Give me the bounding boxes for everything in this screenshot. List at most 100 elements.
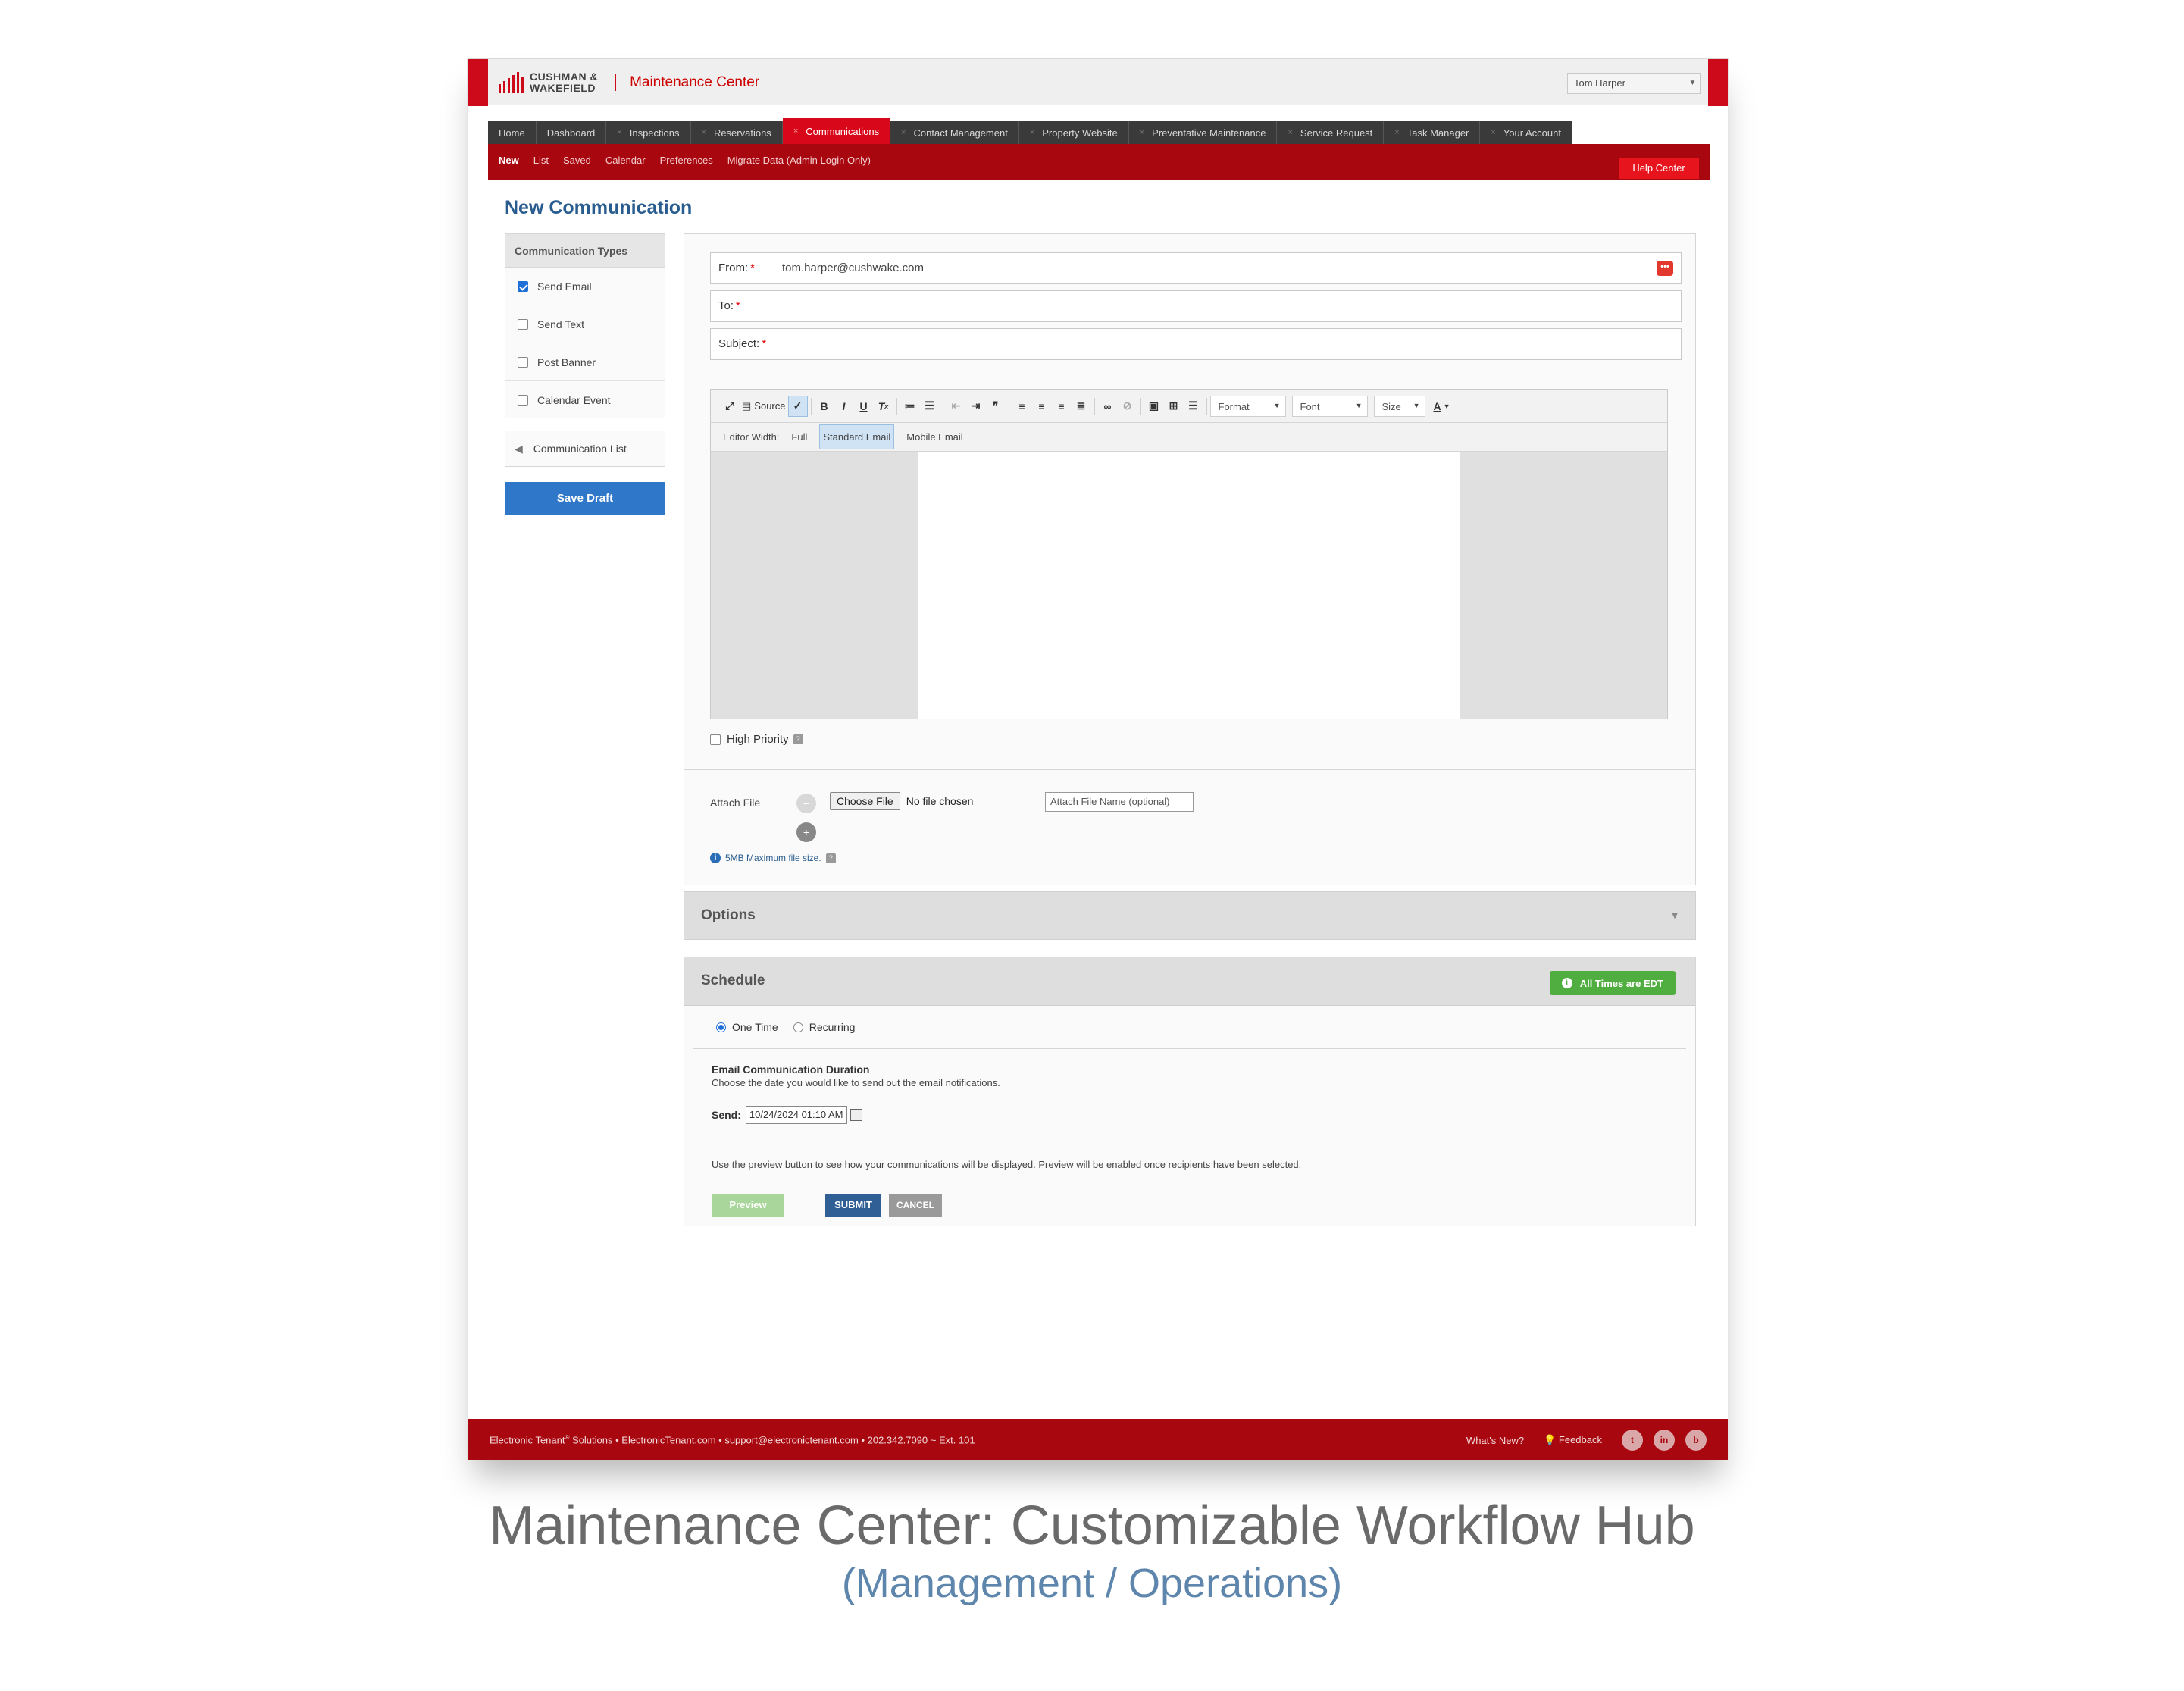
blog-icon[interactable]: b bbox=[1685, 1430, 1707, 1451]
subject-field[interactable]: Subject: * bbox=[710, 328, 1682, 360]
to-field[interactable]: To: * bbox=[710, 290, 1682, 322]
nav-contact-management[interactable]: × Contact Management bbox=[890, 121, 1019, 144]
feedback-link[interactable]: 💡 Feedback bbox=[1544, 1434, 1602, 1446]
section-divider bbox=[684, 769, 1695, 770]
choose-file-button[interactable]: Choose File bbox=[830, 792, 900, 810]
help-icon[interactable]: ? bbox=[825, 853, 836, 863]
nav-home[interactable]: Home bbox=[488, 121, 537, 144]
link-icon[interactable]: ∞ bbox=[1098, 396, 1118, 417]
source-button[interactable]: ▤ Source bbox=[740, 396, 788, 417]
linkedin-icon[interactable]: in bbox=[1654, 1430, 1675, 1451]
format-dropdown[interactable]: Format ▼ bbox=[1209, 395, 1286, 417]
table-icon[interactable]: ⊞ bbox=[1164, 396, 1184, 417]
file-picker[interactable]: Choose File No file chosen bbox=[830, 792, 973, 810]
bulleted-list-icon[interactable]: ☰ bbox=[920, 396, 940, 417]
info-icon: i bbox=[710, 853, 721, 863]
italic-icon[interactable]: I bbox=[834, 396, 854, 417]
numbered-list-icon[interactable]: ≔ bbox=[900, 396, 920, 417]
justify-icon[interactable]: ≣ bbox=[1072, 396, 1091, 417]
spellcheck-icon[interactable]: ✓ bbox=[787, 395, 808, 417]
send-text-checkbox[interactable] bbox=[518, 318, 528, 330]
subnav-migrate-data[interactable]: Migrate Data (Admin Login Only) bbox=[727, 155, 871, 166]
nav-reservations[interactable]: × Reservations bbox=[691, 121, 783, 144]
nav-label: Property Website bbox=[1042, 127, 1118, 139]
nav-preventative-maintenance[interactable]: × Preventative Maintenance bbox=[1129, 121, 1278, 144]
font-dropdown[interactable]: Font ▼ bbox=[1291, 395, 1368, 417]
editor-content-area[interactable] bbox=[918, 452, 1460, 719]
maximize-icon[interactable]: ⤢ bbox=[720, 396, 740, 417]
nav-communications[interactable]: × Communications bbox=[782, 118, 891, 144]
post-banner-checkbox[interactable] bbox=[518, 356, 528, 368]
footer-links: What's New? 💡 Feedback t in b bbox=[1466, 1430, 1707, 1451]
cancel-button[interactable]: CANCEL bbox=[889, 1194, 942, 1217]
align-right-icon[interactable]: ≡ bbox=[1052, 396, 1072, 417]
align-center-icon[interactable]: ≡ bbox=[1032, 396, 1052, 417]
nav-your-account[interactable]: × Your Account bbox=[1480, 121, 1572, 144]
max-file-size-note: i 5MB Maximum file size. ? bbox=[710, 853, 836, 863]
bold-icon[interactable]: B bbox=[815, 396, 834, 417]
text-color-icon[interactable]: A ▼ bbox=[1431, 396, 1453, 417]
width-standard-option[interactable]: Standard Email bbox=[819, 424, 895, 449]
nav-label: Contact Management bbox=[913, 127, 1008, 139]
timezone-badge-text: All Times are EDT bbox=[1579, 977, 1663, 989]
one-time-radio[interactable] bbox=[716, 1022, 726, 1032]
type-post-banner[interactable]: Post Banner bbox=[505, 343, 665, 381]
indent-icon[interactable]: ⇥ bbox=[966, 396, 986, 417]
nav-inspections[interactable]: × Inspections bbox=[606, 121, 691, 144]
unlink-icon[interactable]: ⊘ bbox=[1118, 396, 1137, 417]
high-priority-option[interactable]: High Priority ? bbox=[710, 733, 803, 746]
width-mobile-option[interactable]: Mobile Email bbox=[906, 431, 962, 443]
add-icon[interactable]: + bbox=[796, 822, 816, 842]
calendar-event-checkbox[interactable] bbox=[518, 395, 528, 406]
options-section-header[interactable]: Options ▼ bbox=[684, 891, 1696, 940]
max-file-size-text: 5MB Maximum file size. bbox=[725, 853, 821, 863]
save-draft-button[interactable]: Save Draft bbox=[505, 482, 665, 515]
horizontal-rule-icon[interactable]: ☰ bbox=[1184, 396, 1203, 417]
whats-new-link[interactable]: What's New? bbox=[1466, 1435, 1524, 1446]
more-options-icon[interactable]: ••• bbox=[1657, 261, 1673, 276]
outdent-icon[interactable]: ⇤ bbox=[947, 396, 966, 417]
help-icon[interactable]: ? bbox=[793, 734, 803, 744]
type-calendar-event[interactable]: Calendar Event bbox=[505, 381, 665, 419]
user-dropdown[interactable]: Tom Harper ▼ bbox=[1567, 73, 1701, 94]
image-icon[interactable]: ▣ bbox=[1144, 396, 1164, 417]
communication-list-link[interactable]: ◀ Communication List bbox=[505, 431, 665, 467]
subnav-calendar[interactable]: Calendar bbox=[605, 155, 646, 166]
send-email-checkbox[interactable] bbox=[518, 280, 528, 292]
subnav-preferences[interactable]: Preferences bbox=[660, 155, 713, 166]
remove-icon[interactable]: − bbox=[796, 794, 816, 813]
type-send-text[interactable]: Send Text bbox=[505, 305, 665, 343]
align-left-icon[interactable]: ≡ bbox=[1012, 396, 1032, 417]
caption-title: Maintenance Center: Customizable Workflo… bbox=[489, 1495, 1695, 1556]
section-divider bbox=[693, 1048, 1686, 1049]
help-center-button[interactable]: Help Center bbox=[1619, 158, 1699, 179]
attach-file-name-input[interactable]: Attach File Name (optional) bbox=[1045, 792, 1194, 812]
calendar-icon[interactable] bbox=[850, 1109, 862, 1121]
type-send-email[interactable]: Send Email bbox=[505, 268, 665, 305]
logo-line2: WAKEFIELD bbox=[530, 82, 596, 94]
nav-task-manager[interactable]: × Task Manager bbox=[1384, 121, 1481, 144]
subnav-list[interactable]: List bbox=[533, 155, 549, 166]
arrow-left-icon: ◀ bbox=[515, 442, 523, 455]
company-logo[interactable]: CUSHMAN & WAKEFIELD Maintenance Center bbox=[499, 70, 759, 96]
size-dropdown[interactable]: Size ▼ bbox=[1373, 395, 1425, 417]
send-datetime-input[interactable]: 10/24/2024 01:10 AM bbox=[745, 1106, 847, 1124]
schedule-header: Schedule i All Times are EDT bbox=[684, 957, 1695, 1006]
nav-dashboard[interactable]: Dashboard bbox=[537, 121, 607, 144]
high-priority-label: High Priority bbox=[727, 733, 789, 746]
subnav-saved[interactable]: Saved bbox=[563, 155, 591, 166]
from-field[interactable]: From: * tom.harper@cushwake.com ••• bbox=[710, 252, 1682, 284]
high-priority-checkbox[interactable] bbox=[710, 734, 721, 745]
toolbar-separator bbox=[810, 397, 812, 415]
recurring-radio[interactable] bbox=[793, 1022, 803, 1032]
preview-button[interactable]: Preview bbox=[712, 1194, 784, 1217]
twitter-icon[interactable]: t bbox=[1622, 1430, 1643, 1451]
width-full-option[interactable]: Full bbox=[791, 431, 807, 443]
remove-format-icon[interactable]: Tx bbox=[874, 396, 893, 417]
submit-button[interactable]: SUBMIT bbox=[825, 1194, 881, 1217]
blockquote-icon[interactable]: ❞ bbox=[986, 396, 1006, 417]
nav-service-request[interactable]: × Service Request bbox=[1277, 121, 1385, 144]
underline-icon[interactable]: U bbox=[854, 396, 874, 417]
subnav-new[interactable]: New bbox=[499, 155, 519, 166]
nav-property-website[interactable]: × Property Website bbox=[1019, 121, 1129, 144]
